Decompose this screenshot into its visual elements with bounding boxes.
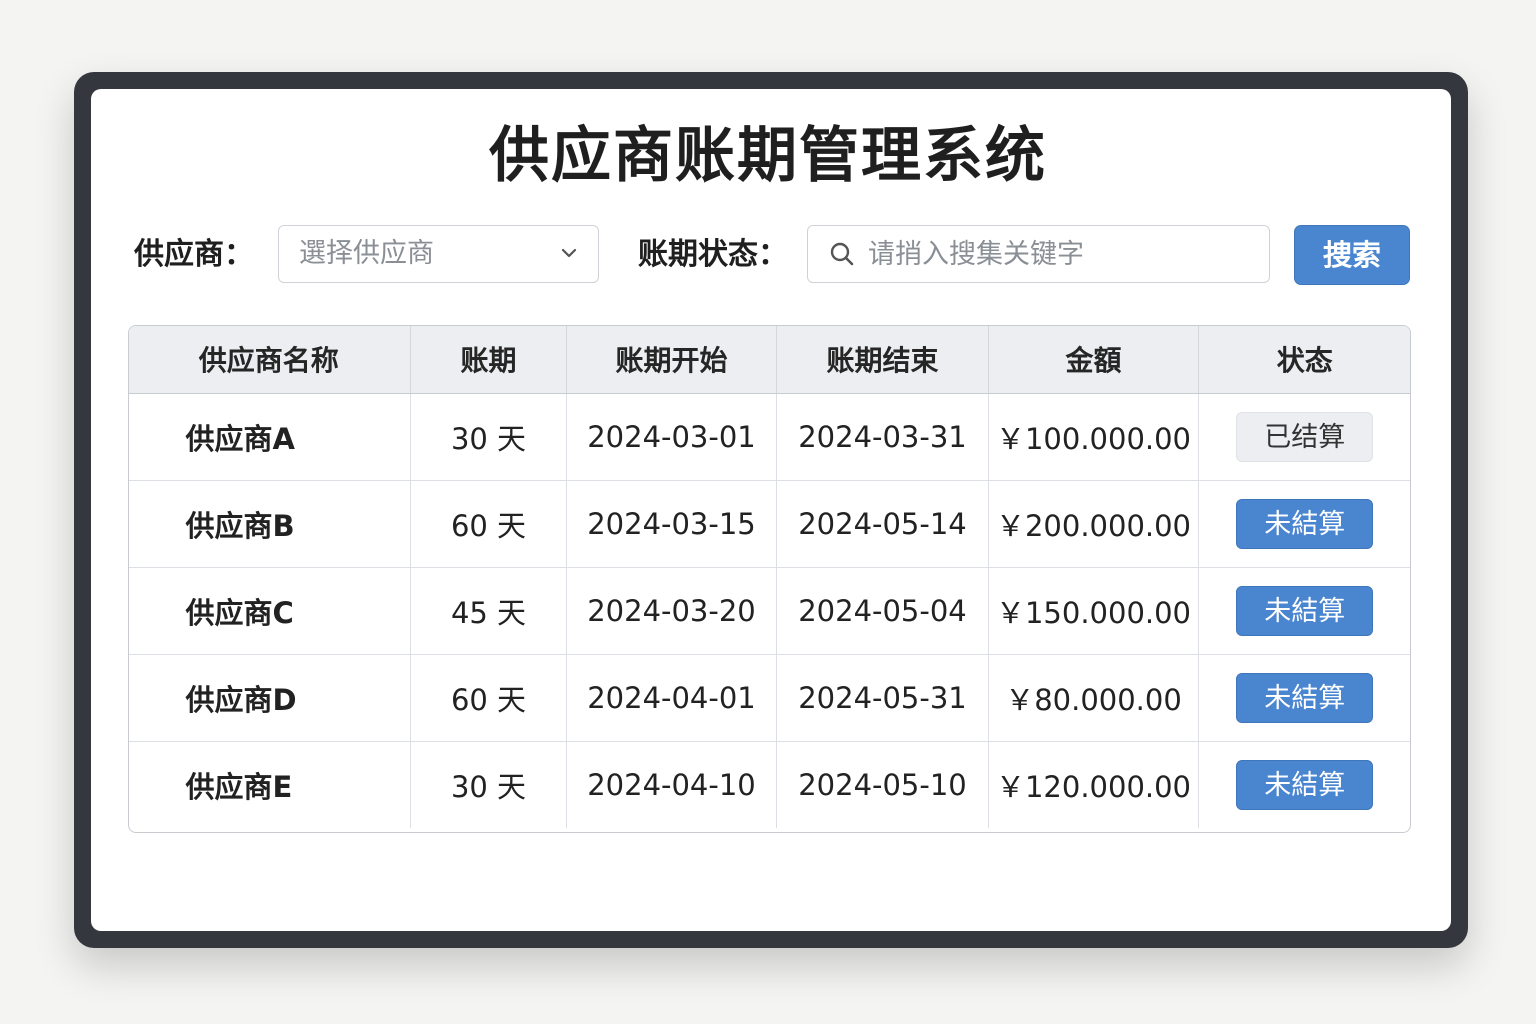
- status-filter-label: 账期状态：: [638, 237, 788, 272]
- cell-amount: ￥100.000.00: [988, 393, 1199, 481]
- chevron-down-icon: [561, 248, 577, 258]
- cell-end-date: 2024-05-14: [776, 480, 989, 568]
- cell-term: 30 天: [410, 741, 567, 828]
- payment-term-table: 供应商名称 账期 账期开始 账期结束 金額 状态 供应商A 30 天 2024-…: [129, 326, 1411, 828]
- cell-status: 已结算: [1198, 393, 1410, 481]
- cell-status: 未結算: [1199, 741, 1411, 828]
- cell-start-date: 2024-03-15: [566, 480, 777, 568]
- column-header-status[interactable]: 状态: [1198, 326, 1410, 394]
- status-badge-unsettled[interactable]: 未結算: [1236, 672, 1374, 723]
- supplier-filter-label: 供应商：: [134, 237, 254, 272]
- status-badge-unsettled[interactable]: 未結算: [1236, 498, 1374, 549]
- table-row[interactable]: 供应商B 60 天 2024-03-15 2024-05-14 ￥200.000…: [129, 480, 1410, 568]
- column-header-start[interactable]: 账期开始: [566, 326, 777, 394]
- cell-status: 未結算: [1198, 480, 1410, 568]
- cell-amount: ￥120.000.00: [988, 741, 1199, 828]
- cell-end-date: 2024-05-31: [776, 654, 989, 742]
- column-header-amount[interactable]: 金額: [988, 326, 1199, 394]
- cell-supplier-name: 供应商C: [129, 567, 411, 655]
- status-badge-unsettled[interactable]: 未結算: [1236, 759, 1374, 810]
- cell-end-date: 2024-05-10: [776, 741, 989, 828]
- cell-start-date: 2024-04-01: [566, 654, 777, 742]
- cell-term: 60 天: [410, 480, 567, 568]
- cell-supplier-name: 供应商D: [129, 654, 411, 742]
- supplier-select-value: 選择供应商: [299, 238, 434, 269]
- cell-supplier-name: 供应商A: [129, 393, 411, 481]
- status-badge-settled[interactable]: 已结算: [1236, 411, 1374, 462]
- table-row[interactable]: 供应商E 30 天 2024-04-10 2024-05-10 ￥120.000…: [129, 741, 1411, 828]
- table-row[interactable]: 供应商A 30 天 2024-03-01 2024-03-31 ￥100.000…: [129, 393, 1410, 481]
- table-header-row: 供应商名称 账期 账期开始 账期结束 金額 状态: [129, 326, 1410, 394]
- search-icon: [830, 242, 854, 266]
- cell-amount: ￥80.000.00: [988, 654, 1199, 742]
- cell-status: 未結算: [1198, 654, 1410, 742]
- cell-end-date: 2024-05-04: [776, 567, 989, 655]
- page-title: 供应商账期管理系统: [489, 121, 1047, 191]
- search-button[interactable]: 捜索: [1294, 225, 1410, 285]
- cell-amount: ￥200.000.00: [988, 480, 1199, 568]
- search-input[interactable]: [868, 230, 1258, 278]
- supplier-select[interactable]: 選择供应商: [278, 225, 599, 283]
- cell-start-date: 2024-03-20: [566, 567, 777, 655]
- supplier-table: 供应商名称 账期 账期开始 账期结束 金額 状态 供应商A 30 天 2024-…: [128, 325, 1411, 833]
- column-header-supplier-name[interactable]: 供应商名称: [129, 326, 411, 394]
- cell-status: 未結算: [1198, 567, 1410, 655]
- cell-amount: ￥150.000.00: [988, 567, 1199, 655]
- status-badge-unsettled[interactable]: 未結算: [1236, 585, 1374, 636]
- cell-start-date: 2024-03-01: [566, 393, 777, 481]
- cell-start-date: 2024-04-10: [566, 741, 777, 828]
- search-box: [807, 225, 1270, 283]
- table-row[interactable]: 供应商D 60 天 2024-04-01 2024-05-31 ￥80.000.…: [129, 654, 1410, 742]
- cell-term: 30 天: [410, 393, 567, 481]
- cell-term: 60 天: [410, 654, 567, 742]
- column-header-end[interactable]: 账期结束: [776, 326, 989, 394]
- cell-end-date: 2024-03-31: [776, 393, 989, 481]
- cell-supplier-name: 供应商E: [129, 741, 411, 828]
- cell-term: 45 天: [410, 567, 567, 655]
- cell-supplier-name: 供应商B: [129, 480, 411, 568]
- table-row[interactable]: 供应商C 45 天 2024-03-20 2024-05-04 ￥150.000…: [129, 567, 1410, 655]
- column-header-term[interactable]: 账期: [410, 326, 567, 394]
